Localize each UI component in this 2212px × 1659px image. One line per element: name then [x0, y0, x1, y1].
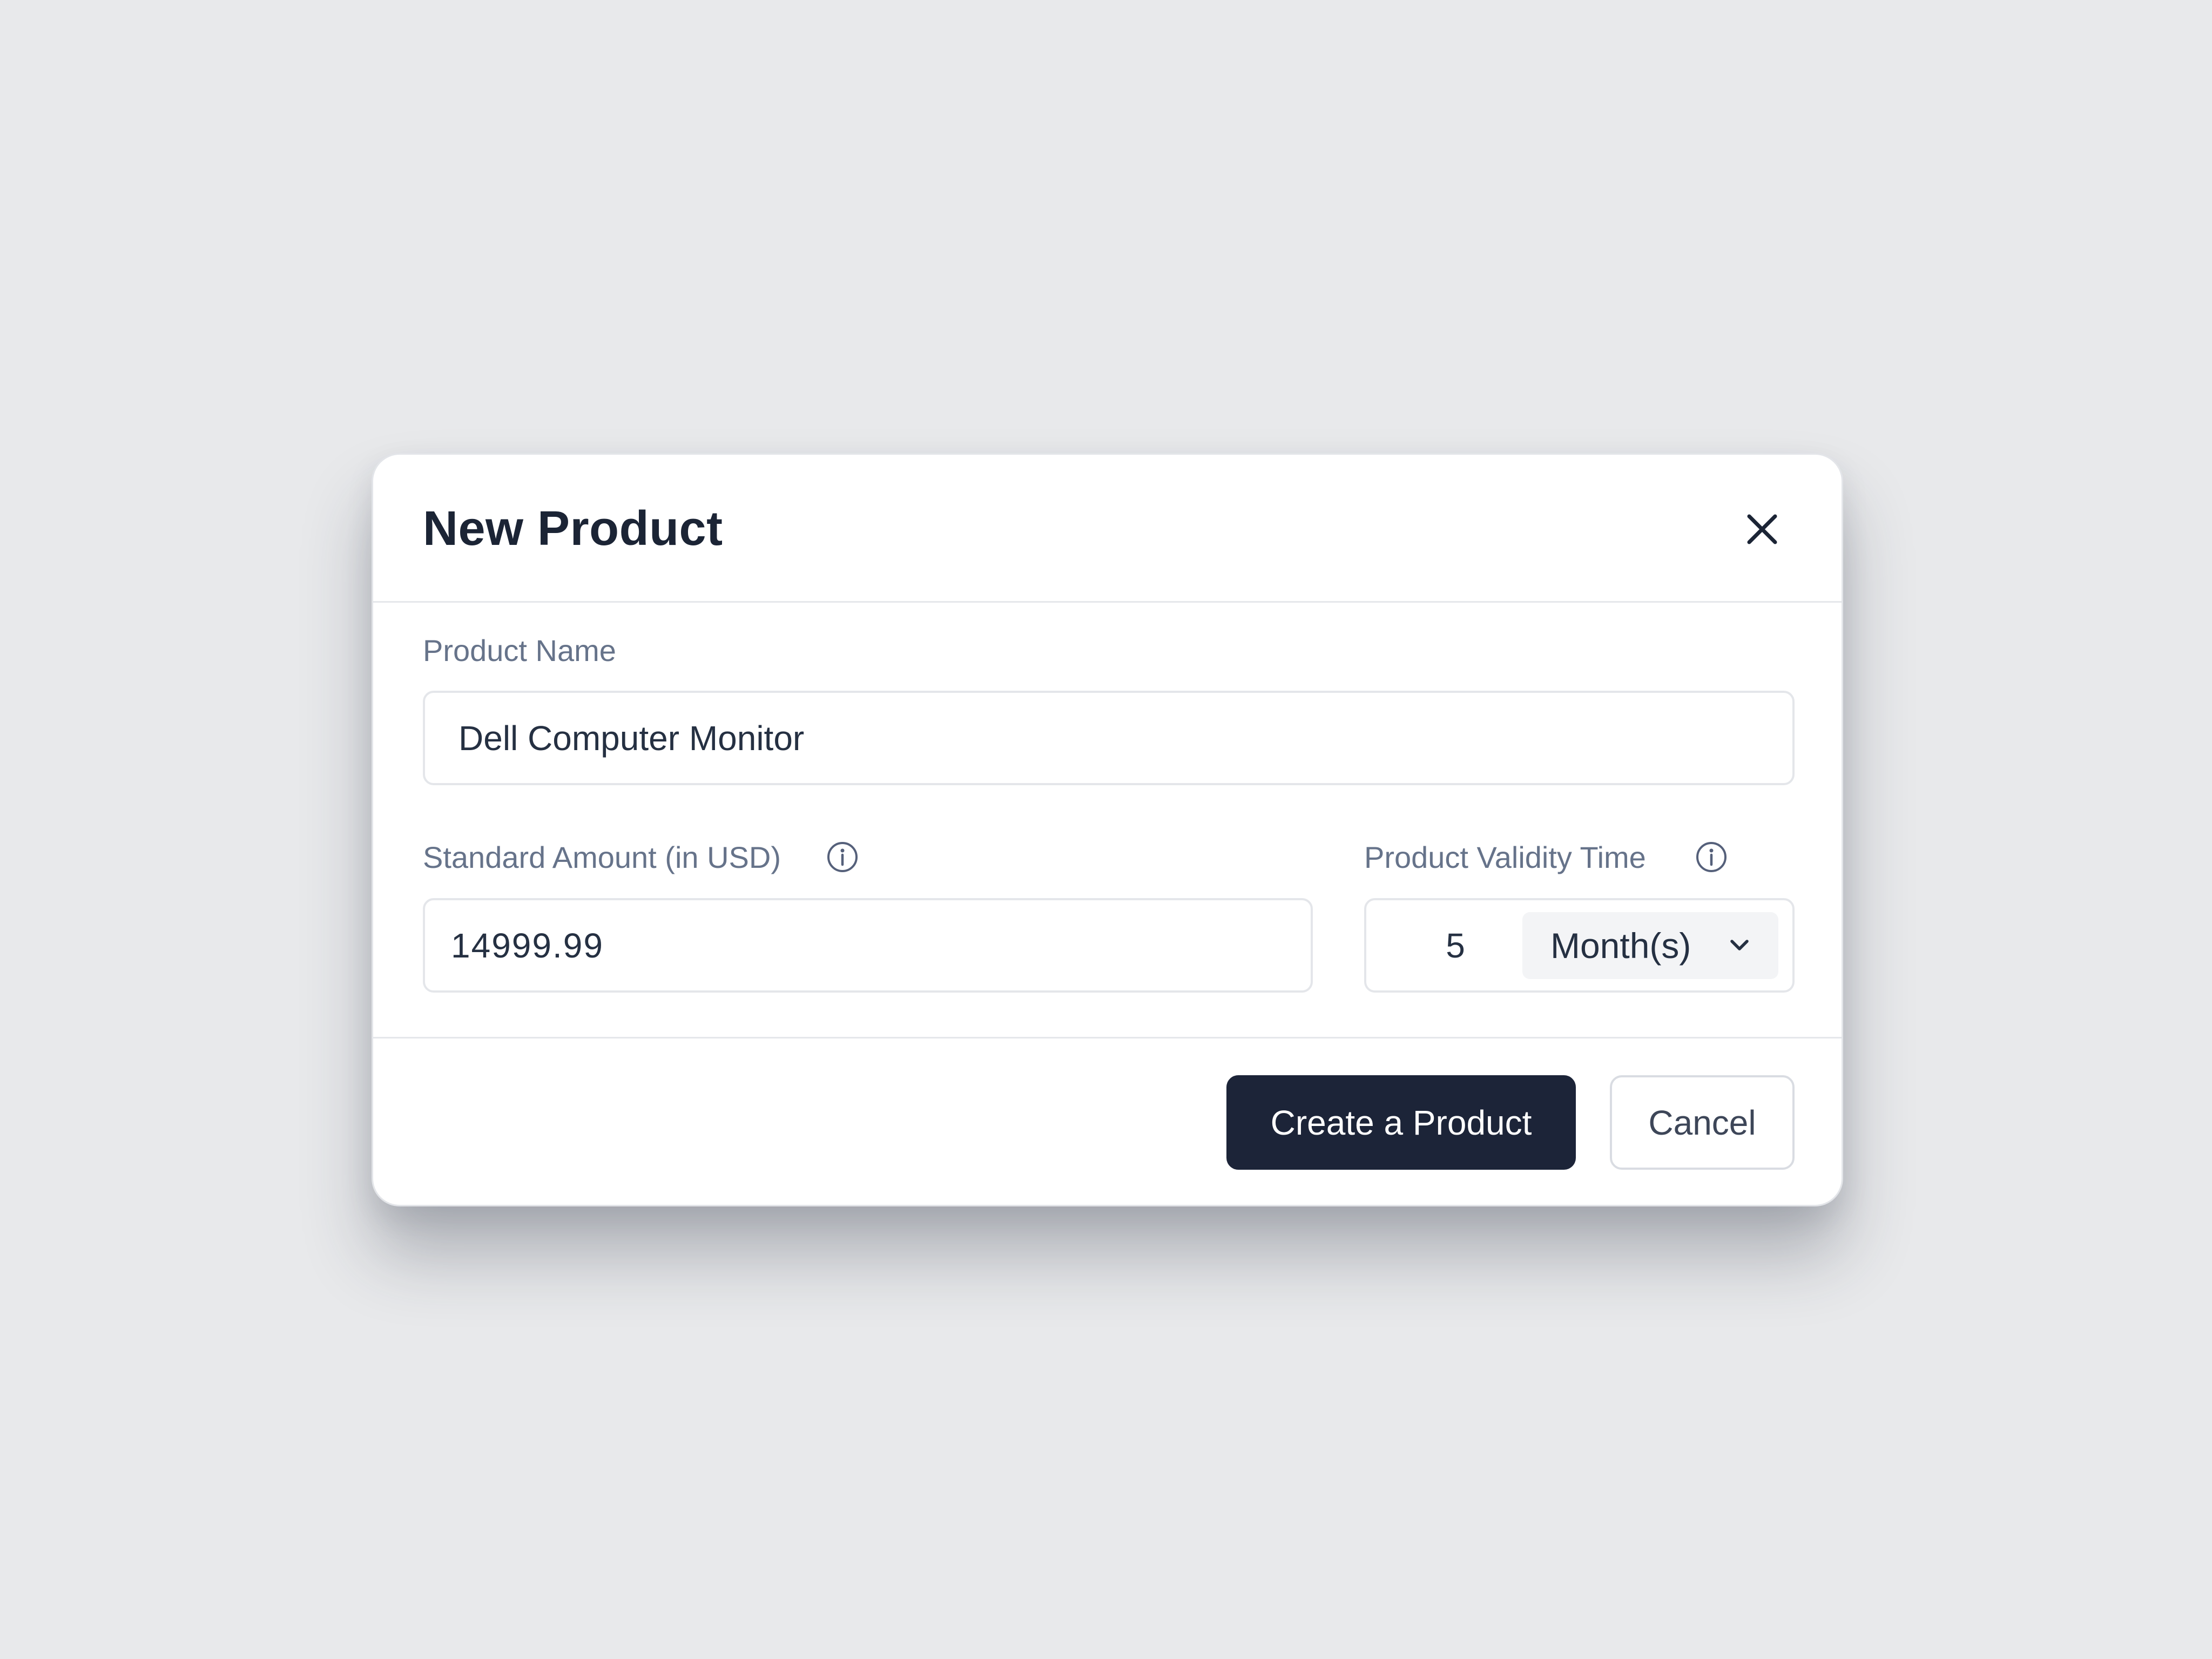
validity-time-field: 5 Month(s): [1364, 898, 1795, 993]
product-name-label: Product Name: [423, 633, 616, 667]
standard-amount-input[interactable]: [423, 898, 1313, 993]
validity-number-input[interactable]: 5: [1399, 923, 1512, 968]
validity-unit-select[interactable]: Month(s): [1522, 912, 1778, 979]
dialog-header: New Product: [373, 455, 1842, 603]
create-product-button[interactable]: Create a Product: [1226, 1075, 1576, 1170]
chevron-down-icon: [1730, 940, 1749, 950]
close-icon: [1747, 514, 1777, 544]
cancel-button[interactable]: Cancel: [1610, 1075, 1795, 1170]
standard-amount-label: Standard Amount (in USD): [423, 840, 781, 874]
info-icon[interactable]: [826, 841, 859, 873]
dialog-footer: Create a Product Cancel: [373, 1037, 1842, 1205]
validity-unit-value: Month(s): [1550, 926, 1691, 966]
dialog-title: New Product: [423, 502, 723, 556]
product-name-input[interactable]: [423, 691, 1795, 785]
close-button[interactable]: [1741, 508, 1784, 551]
info-icon[interactable]: [1695, 841, 1728, 873]
validity-time-label: Product Validity Time: [1364, 840, 1646, 874]
new-product-dialog: New Product Product Name Standard Amount…: [372, 453, 1843, 1206]
